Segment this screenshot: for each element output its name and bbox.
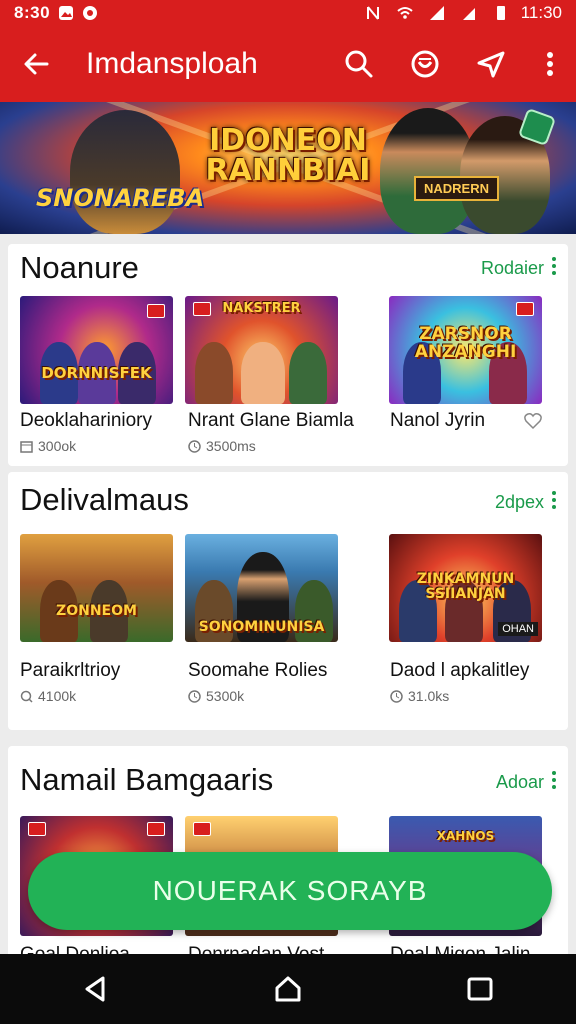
section-more-dots-icon[interactable]: [552, 488, 558, 512]
game-meta: 31.0ks: [390, 688, 449, 704]
section-delivalmaus: Delivalmaus 2dpex ZONNEOM Paraikrltrioy …: [8, 472, 568, 730]
thumb-title: SONOMINUNISA: [198, 619, 325, 635]
thumb-badge: [28, 822, 46, 836]
cellular-icon: [462, 8, 475, 20]
game-meta: 3500ms: [188, 438, 256, 454]
back-triangle-icon: [85, 976, 105, 1002]
nav-home-button[interactable]: [258, 959, 318, 1019]
game-title[interactable]: Paraikrltrioy: [20, 660, 120, 682]
thumb-title: ZARSNOR ANZANGHI: [414, 324, 517, 362]
thumb-title: ZONNEOM: [56, 603, 137, 619]
back-button[interactable]: [0, 26, 72, 102]
search-button[interactable]: [326, 26, 392, 102]
nfc-icon: [366, 6, 379, 20]
section-noanure: Noanure Rodaier DORNNISFEK Deoklaharinio…: [8, 244, 568, 466]
featured-banner[interactable]: IDONEON RANNBIAI SNONAREBA NADRERN: [0, 102, 576, 234]
nav-back-button[interactable]: [66, 959, 126, 1019]
back-arrow-icon: [24, 53, 49, 75]
recents-icon: [467, 977, 493, 1001]
section-more-dots-icon[interactable]: [552, 254, 558, 278]
search-icon: [345, 50, 373, 78]
game-title[interactable]: Nrant Glane Biamla: [188, 410, 354, 432]
calendar-icon: [20, 440, 33, 453]
signal-icon: [429, 6, 444, 20]
nav-recents-button[interactable]: [450, 959, 510, 1019]
game-thumbnail[interactable]: ZINKAMNUN SSIIANJAN OHAN: [389, 534, 542, 642]
views-icon: [20, 690, 33, 703]
thumb-badge: [516, 302, 534, 316]
favorite-icon[interactable]: [524, 412, 542, 430]
clock-icon: [390, 689, 403, 703]
game-thumbnail[interactable]: DORNNISFEK: [20, 296, 173, 404]
status-time: 8:30: [14, 3, 51, 22]
section-more-link[interactable]: Rodaier: [481, 258, 544, 279]
send-icon: [477, 51, 505, 78]
game-thumbnail[interactable]: ZONNEOM: [20, 534, 173, 642]
more-vert-icon: [547, 52, 553, 76]
send-button[interactable]: [458, 26, 524, 102]
system-nav-bar: [0, 954, 576, 1024]
game-meta: 300ok: [20, 438, 76, 454]
thumb-title: XAHNOS: [436, 829, 495, 843]
emoji-icon: [411, 50, 439, 78]
status-bar: 8:30 11:30: [0, 0, 576, 26]
primary-cta-button[interactable]: NOUERAK SORAYB: [28, 852, 552, 930]
game-thumbnail[interactable]: SONOMINUNISA: [185, 534, 338, 642]
thumb-badge: [193, 302, 211, 316]
thumb-badge: [147, 822, 165, 836]
game-meta: 5300k: [188, 688, 244, 704]
thumb-badge: [147, 304, 165, 318]
app-title: Imdansploah: [86, 47, 258, 80]
game-title[interactable]: Soomahe Rolies: [188, 660, 327, 682]
banner-headline: IDONEON RANNBIAI: [205, 123, 371, 188]
thumb-title: ZINKAMNUN SSIIANJAN: [416, 571, 515, 602]
photo-notification-icon: [59, 6, 74, 20]
game-title[interactable]: Deoklahariniory: [20, 410, 152, 432]
game-title[interactable]: Nanol Jyrin: [390, 410, 485, 432]
status-clock: 11:30: [520, 3, 562, 22]
more-options-button[interactable]: [524, 26, 576, 102]
banner-hero-left: [70, 110, 180, 234]
clock-icon: [188, 689, 201, 703]
clock-icon: [188, 439, 201, 453]
section-more-link[interactable]: 2dpex: [495, 492, 544, 513]
battery-icon: [496, 6, 505, 20]
banner-right-tag: NADRERN: [414, 176, 499, 201]
emoji-button[interactable]: [392, 26, 458, 102]
game-thumbnail[interactable]: NAKSTRER: [185, 296, 338, 404]
record-notification-icon: [83, 6, 98, 20]
thumb-badge: [193, 822, 211, 836]
home-icon: [275, 976, 301, 1002]
section-title: Delivalmaus: [20, 482, 189, 517]
banner-left-logo: SNONAREBA: [36, 184, 205, 212]
section-more-link[interactable]: Adoar: [496, 772, 544, 793]
section-title: Namail Bamgaaris: [20, 762, 274, 797]
thumb-title: DORNNISFEK: [41, 364, 152, 382]
section-title: Noanure: [20, 250, 139, 285]
game-thumbnail[interactable]: ZARSNOR ANZANGHI: [389, 296, 542, 404]
section-more-dots-icon[interactable]: [552, 768, 558, 792]
game-meta: 4100k: [20, 688, 76, 704]
game-title[interactable]: Daod l apkalitley: [390, 660, 529, 682]
app-bar: Imdansploah: [0, 26, 576, 102]
thumb-tag: OHAN: [498, 622, 538, 636]
wifi-icon: [397, 7, 413, 19]
